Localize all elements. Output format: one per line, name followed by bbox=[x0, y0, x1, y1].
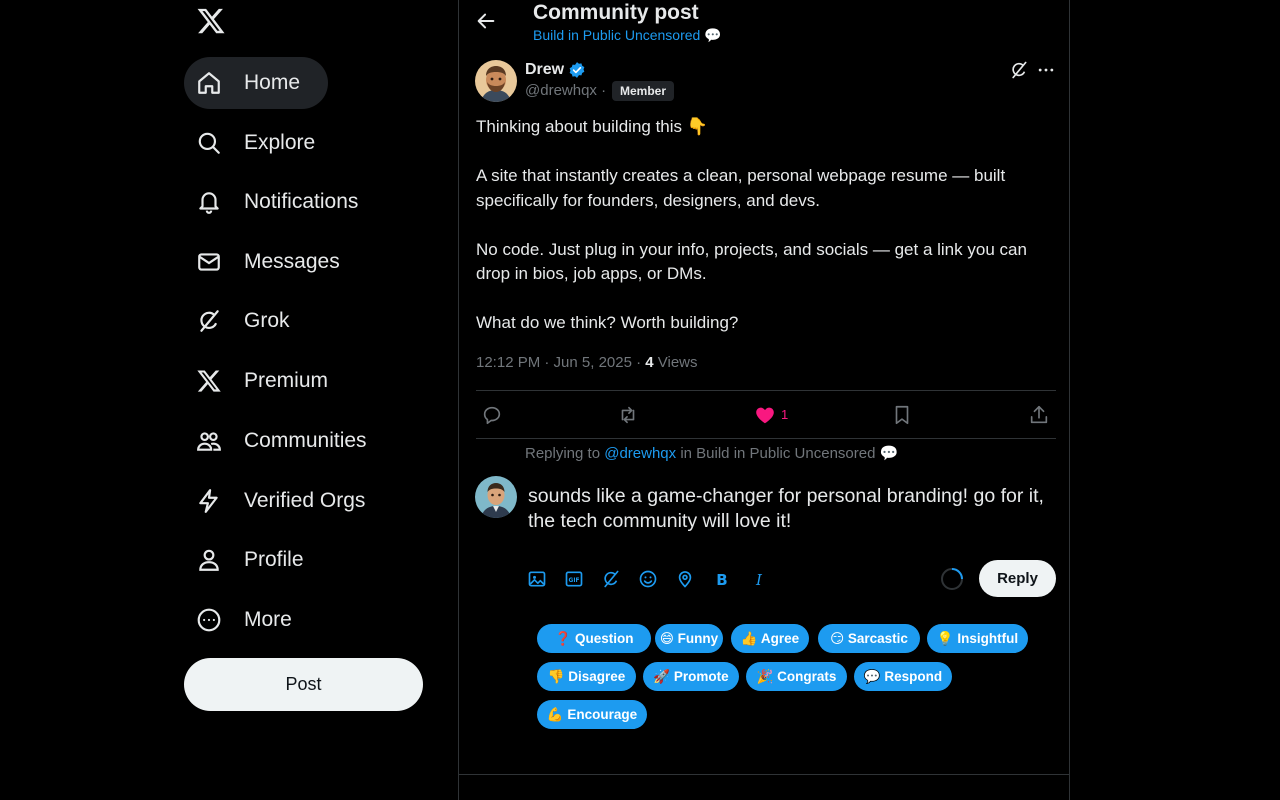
gif-icon[interactable]: GIF bbox=[564, 569, 584, 589]
nav-more[interactable]: More bbox=[184, 594, 320, 646]
nav-messages-label: Messages bbox=[244, 250, 340, 273]
nav-communities-label: Communities bbox=[244, 429, 367, 452]
reply-context-prefix: Replying to bbox=[525, 445, 605, 462]
member-badge: Member bbox=[612, 81, 675, 101]
share-icon[interactable] bbox=[1028, 404, 1050, 426]
like-count: 1 bbox=[781, 407, 789, 422]
tone-chip-insightful[interactable]: 💡 Insightful bbox=[927, 624, 1028, 653]
grok-icon[interactable] bbox=[601, 569, 621, 589]
location-icon[interactable] bbox=[675, 569, 695, 589]
post-body: Thinking about building this 👇 A site th… bbox=[476, 115, 1056, 360]
mail-icon bbox=[196, 249, 222, 275]
nav-notifications-label: Notifications bbox=[244, 190, 359, 213]
nav-explore[interactable]: Explore bbox=[184, 117, 343, 169]
reply-context: Replying to @drewhqx in Build in Public … bbox=[525, 444, 898, 462]
author-avatar[interactable] bbox=[475, 60, 517, 102]
back-arrow-icon[interactable] bbox=[475, 10, 497, 32]
main-column: Community post Build in Public Uncensore… bbox=[458, 0, 1070, 800]
nav-profile-label: Profile bbox=[244, 548, 304, 571]
like-icon[interactable] bbox=[754, 404, 776, 426]
nav-premium-label: Premium bbox=[244, 369, 329, 392]
page-title: Community post bbox=[533, 1, 699, 24]
divider bbox=[459, 774, 1069, 775]
sidebar: Home Explore Notifications Messages Grok… bbox=[184, 0, 444, 800]
italic-icon[interactable]: I bbox=[749, 569, 769, 589]
home-icon bbox=[196, 70, 222, 96]
grok-icon bbox=[196, 308, 222, 334]
repost-icon[interactable] bbox=[617, 404, 639, 426]
nav-communities[interactable]: Communities bbox=[184, 415, 395, 467]
author-handle[interactable]: @drewhqx · bbox=[525, 82, 606, 99]
more-circle-icon bbox=[196, 607, 222, 633]
tone-chip-sarcastic[interactable]: 😏 Sarcastic bbox=[818, 624, 920, 653]
grok-icon[interactable] bbox=[1009, 60, 1029, 80]
character-count-ring bbox=[940, 567, 964, 591]
tone-chip-respond[interactable]: 💬 Respond bbox=[854, 662, 952, 691]
nav-verified-orgs-label: Verified Orgs bbox=[244, 489, 366, 512]
nav-more-label: More bbox=[244, 608, 292, 631]
more-options-icon[interactable] bbox=[1036, 60, 1056, 80]
post-action-bar: 1 bbox=[476, 390, 1056, 439]
community-link[interactable]: Build in Public Uncensored 💬 bbox=[533, 27, 722, 44]
bookmark-icon[interactable] bbox=[891, 404, 913, 426]
reply-button[interactable]: Reply bbox=[979, 560, 1056, 597]
lightning-icon bbox=[196, 488, 222, 514]
tone-chip-question[interactable]: ❓ Question bbox=[537, 624, 651, 653]
nav-home[interactable]: Home bbox=[184, 57, 329, 109]
reply-context-suffix: in Build in Public Uncensored 💬 bbox=[676, 445, 899, 462]
communities-icon bbox=[196, 428, 222, 454]
nav-grok[interactable]: Grok bbox=[184, 295, 318, 347]
author-name-row[interactable]: Drew bbox=[525, 61, 586, 79]
nav-verified-orgs[interactable]: Verified Orgs bbox=[184, 475, 393, 527]
svg-text:I: I bbox=[755, 571, 763, 589]
views-count: 4 bbox=[645, 354, 654, 371]
search-icon bbox=[196, 130, 222, 156]
verified-badge-icon bbox=[568, 61, 586, 79]
bold-icon[interactable]: B bbox=[712, 569, 732, 589]
nav-notifications[interactable]: Notifications bbox=[184, 176, 386, 228]
svg-text:B: B bbox=[716, 571, 727, 589]
post-paragraph: A site that instantly creates a clean, p… bbox=[476, 166, 1006, 210]
nav-home-label: Home bbox=[244, 71, 301, 94]
tone-chip-encourage[interactable]: 💪 Encourage bbox=[537, 700, 647, 729]
person-icon bbox=[196, 547, 222, 573]
tone-chip-promote[interactable]: 🚀 Promote bbox=[643, 662, 739, 691]
nav-profile[interactable]: Profile bbox=[184, 534, 332, 586]
views-label: Views bbox=[653, 354, 698, 371]
nav-grok-label: Grok bbox=[244, 309, 290, 332]
post-meta: 12:12 PM · Jun 5, 2025 · 4 Views bbox=[476, 354, 698, 371]
image-icon[interactable] bbox=[527, 569, 547, 589]
emoji-icon[interactable] bbox=[638, 569, 658, 589]
user-avatar[interactable] bbox=[475, 476, 517, 518]
bell-icon bbox=[196, 189, 222, 215]
post-paragraph: Thinking about building this 👇 bbox=[476, 117, 708, 136]
post-paragraph: No code. Just plug in your info, project… bbox=[476, 239, 1027, 284]
post-timestamp[interactable]: 12:12 PM · Jun 5, 2025 · bbox=[476, 354, 645, 371]
post-button[interactable]: Post bbox=[184, 658, 423, 711]
post-paragraph: What do we think? Worth building? bbox=[476, 313, 739, 332]
reply-icon[interactable] bbox=[481, 404, 503, 426]
tone-chip-disagree[interactable]: 👎 Disagree bbox=[537, 662, 636, 691]
author-name: Drew bbox=[525, 61, 565, 78]
tone-chip-funny[interactable]: 😄 Funny bbox=[655, 624, 723, 653]
reply-textarea[interactable]: sounds like a game-changer for personal … bbox=[528, 484, 1058, 534]
nav-premium[interactable]: Premium bbox=[184, 355, 356, 407]
svg-text:GIF: GIF bbox=[569, 578, 580, 584]
tone-chip-congrats[interactable]: 🎉 Congrats bbox=[746, 662, 847, 691]
nav-explore-label: Explore bbox=[244, 131, 316, 154]
reply-context-handle[interactable]: @drewhqx bbox=[604, 445, 676, 462]
tone-chip-agree[interactable]: 👍 Agree bbox=[731, 624, 809, 653]
nav-messages[interactable]: Messages bbox=[184, 236, 368, 288]
x-logo-icon bbox=[196, 368, 222, 394]
x-logo-icon[interactable] bbox=[196, 6, 228, 38]
